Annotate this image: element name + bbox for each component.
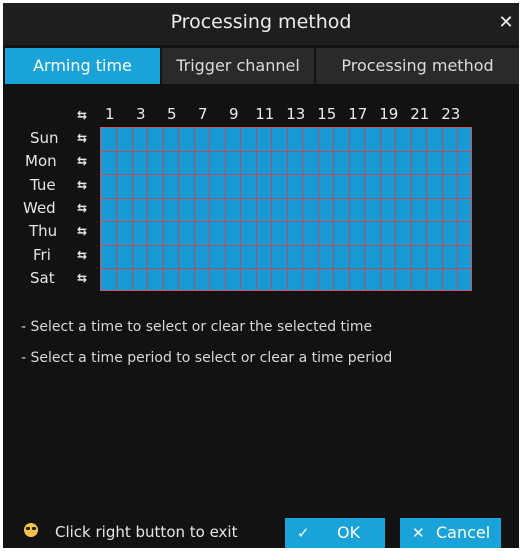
hour-label: 21	[410, 105, 430, 123]
day-toggle-icon[interactable]: ⇆	[75, 131, 89, 145]
cancel-button[interactable]: ✕ Cancel	[400, 518, 501, 548]
tab-processing-method[interactable]: Processing method	[316, 48, 519, 84]
grid-row-line	[101, 244, 471, 246]
hour-label: 23	[441, 105, 461, 123]
day-label: Sun	[30, 128, 59, 147]
grid-column-line	[193, 128, 195, 290]
schedule-grid[interactable]	[100, 127, 472, 291]
grid-column-line	[457, 128, 458, 290]
grid-column-line	[224, 128, 226, 290]
hour-label: 1	[104, 105, 115, 123]
tab-arming-time[interactable]: Arming time	[5, 48, 160, 84]
footer-bar: Click right button to exit ✓ OK ✕ Cancel	[3, 515, 519, 551]
grid-column-line	[364, 128, 365, 290]
exit-hint: Click right button to exit	[55, 523, 238, 541]
hour-label: 7	[197, 105, 208, 123]
x-icon: ✕	[412, 524, 425, 542]
day-label: Mon	[25, 152, 57, 171]
grid-column-line	[209, 128, 210, 290]
grid-row-line	[101, 197, 471, 199]
day-toggle-icon[interactable]: ⇆	[75, 178, 89, 192]
dialog-title: Processing method	[170, 11, 352, 33]
hint-select-period: - Select a time period to select or clea…	[21, 350, 393, 366]
hour-label: 11	[255, 105, 275, 123]
hour-label: 5	[166, 105, 177, 123]
hour-label: 19	[379, 105, 399, 123]
grid-column-line	[410, 128, 412, 290]
grid-column-line	[348, 128, 350, 290]
day-label: Thu	[29, 222, 58, 241]
ok-label: OK	[337, 523, 361, 542]
grid-column-line	[162, 128, 164, 290]
face-icon	[24, 523, 38, 537]
cancel-label: Cancel	[436, 523, 491, 542]
grid-column-line	[426, 128, 427, 290]
grid-column-line	[286, 128, 288, 290]
day-label: Sat	[30, 269, 55, 288]
title-bar: Processing method ✕	[3, 3, 519, 45]
grid-row-line	[101, 174, 471, 176]
hour-label: 17	[348, 105, 368, 123]
day-label: Wed	[23, 199, 56, 217]
grid-column-line	[441, 128, 443, 290]
grid-row-line	[101, 221, 471, 223]
hour-label: 9	[228, 105, 239, 123]
tab-bar: Arming time Trigger channel Processing m…	[5, 48, 519, 84]
grid-column-line	[333, 128, 334, 290]
grid-row-line	[101, 268, 471, 270]
grid-column-line	[240, 128, 241, 290]
grid-row-line	[101, 150, 471, 152]
day-toggle-icon[interactable]: ⇆	[75, 201, 89, 215]
ok-button[interactable]: ✓ OK	[285, 518, 385, 548]
day-label: Tue	[30, 175, 56, 194]
hour-label: 3	[135, 105, 146, 123]
grid-column-line	[317, 128, 319, 290]
grid-column-line	[379, 128, 381, 290]
check-icon: ✓	[297, 524, 310, 542]
day-toggle-icon[interactable]: ⇆	[75, 224, 89, 238]
close-icon[interactable]: ✕	[497, 13, 515, 33]
hour-label: 15	[317, 105, 337, 123]
grid-column-line	[147, 128, 148, 290]
hint-select-time: - Select a time to select or clear the s…	[21, 319, 373, 335]
tab-trigger-channel[interactable]: Trigger channel	[162, 48, 314, 84]
hour-label: 13	[286, 105, 306, 123]
grid-column-line	[395, 128, 396, 290]
grid-column-line	[116, 128, 117, 290]
processing-method-dialog: Processing method ✕ Arming time Trigger …	[3, 3, 519, 548]
day-toggle-icon[interactable]: ⇆	[75, 248, 89, 262]
day-toggle-icon[interactable]: ⇆	[75, 154, 89, 168]
day-toggle-icon[interactable]: ⇆	[75, 271, 89, 285]
grid-column-line	[255, 128, 257, 290]
select-all-toggle-icon[interactable]: ⇆	[75, 108, 89, 122]
grid-column-line	[178, 128, 179, 290]
grid-column-line	[271, 128, 272, 290]
grid-column-line	[131, 128, 133, 290]
grid-column-line	[302, 128, 303, 290]
